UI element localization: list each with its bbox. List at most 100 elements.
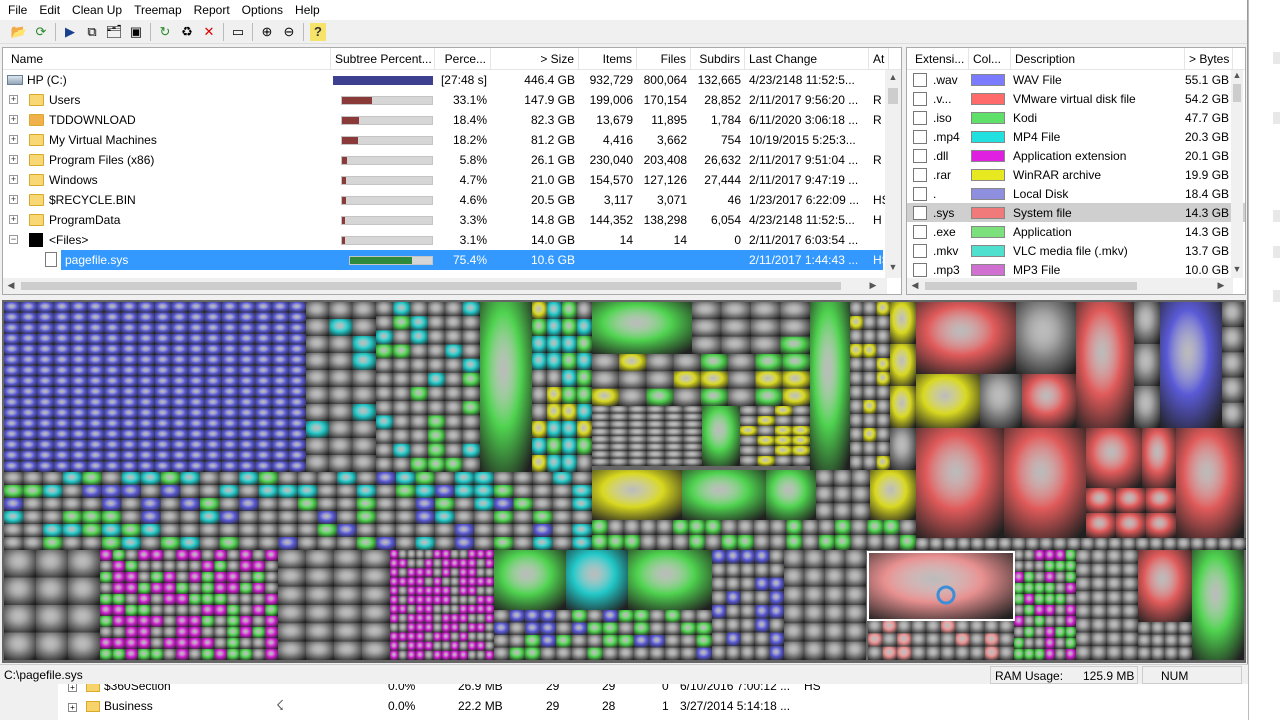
treemap-tile[interactable] xyxy=(577,387,592,404)
treemap-tile[interactable] xyxy=(37,365,55,377)
treemap-tile[interactable] xyxy=(171,376,189,387)
treemap-tile[interactable] xyxy=(851,520,868,535)
treemap-tile[interactable] xyxy=(532,421,547,438)
treemap-tile[interactable] xyxy=(337,511,357,524)
treemap-tile[interactable] xyxy=(428,401,446,416)
treemap-tile[interactable] xyxy=(525,635,541,648)
treemap-tile[interactable] xyxy=(71,365,88,377)
treemap-tile[interactable] xyxy=(239,561,253,572)
treemap-tile[interactable] xyxy=(100,594,113,605)
treemap-tile[interactable] xyxy=(150,561,164,572)
treemap-tile[interactable] xyxy=(532,438,547,455)
treemap-tile[interactable] xyxy=(62,524,83,537)
treemap-tile[interactable] xyxy=(121,302,139,313)
treemap-tile[interactable] xyxy=(1136,538,1150,550)
directory-tree[interactable]: Name Subtree Percent... Perce... > Size Item… xyxy=(2,47,902,295)
treemap-tile[interactable] xyxy=(155,429,172,441)
explorer-icon[interactable]: 🗂 xyxy=(103,21,125,43)
extension-row[interactable]: .wav WAV File 55.1 GB xyxy=(907,70,1245,89)
treemap-tile[interactable] xyxy=(462,443,480,458)
treemap-tile[interactable] xyxy=(239,605,253,616)
treemap-tile[interactable] xyxy=(624,520,641,535)
treemap-tile[interactable] xyxy=(238,450,256,462)
treemap-tile[interactable] xyxy=(476,559,486,569)
treemap-tile[interactable] xyxy=(4,605,36,633)
treemap-tile[interactable] xyxy=(1014,616,1025,627)
treemap-tile[interactable] xyxy=(1076,302,1134,428)
treemap-tile[interactable] xyxy=(1107,550,1123,564)
treemap-tile[interactable] xyxy=(141,524,161,537)
treemap-tile[interactable] xyxy=(227,638,240,649)
treemap-canvas[interactable] xyxy=(2,300,1246,663)
treemap-tile[interactable] xyxy=(54,418,72,430)
scroll-thumb[interactable] xyxy=(1233,84,1241,102)
treemap-tile[interactable] xyxy=(176,649,189,660)
treemap-tile[interactable] xyxy=(462,344,480,359)
treemap-tile[interactable] xyxy=(971,538,985,550)
treemap-tile[interactable] xyxy=(155,387,172,398)
treemap-tile[interactable] xyxy=(121,312,139,324)
treemap-tile[interactable] xyxy=(71,323,88,334)
treemap-tile[interactable] xyxy=(155,461,172,472)
treemap-tile[interactable] xyxy=(112,638,126,649)
treemap-tile[interactable] xyxy=(20,323,38,334)
treemap-tile[interactable] xyxy=(721,319,752,337)
treemap-tile[interactable] xyxy=(272,461,290,472)
treemap-tile[interactable] xyxy=(494,472,514,485)
treemap-tile[interactable] xyxy=(201,605,215,616)
treemap-tile[interactable] xyxy=(272,312,290,324)
treemap-tile[interactable] xyxy=(125,638,139,649)
treemap-tile[interactable] xyxy=(376,316,394,331)
treemap-tile[interactable] xyxy=(665,436,684,444)
treemap-tile[interactable] xyxy=(766,470,816,520)
treemap-tile[interactable] xyxy=(317,472,338,485)
treemap-tile[interactable] xyxy=(1055,572,1066,583)
treemap-tile[interactable] xyxy=(424,559,434,569)
treemap-tile[interactable] xyxy=(36,632,68,661)
treemap-tile[interactable] xyxy=(665,406,684,414)
treemap-tile[interactable] xyxy=(850,414,864,428)
treemap-tile[interactable] xyxy=(306,568,334,587)
treemap-tile[interactable] xyxy=(474,485,494,498)
treemap-tile[interactable] xyxy=(189,638,202,649)
treemap-tile[interactable] xyxy=(769,563,784,578)
treemap-tile[interactable] xyxy=(1176,428,1244,538)
treemap-tile[interactable] xyxy=(628,406,647,414)
treemap-tile[interactable] xyxy=(150,627,164,638)
scroll-up-icon[interactable]: ▲ xyxy=(885,72,901,82)
treemap-tile[interactable] xyxy=(1222,377,1244,403)
treemap-tile[interactable] xyxy=(547,387,562,404)
treemap-tile[interactable] xyxy=(407,650,416,660)
treemap-tile[interactable] xyxy=(850,442,864,456)
treemap-tile[interactable] xyxy=(68,577,100,606)
treemap-tile[interactable] xyxy=(4,387,21,398)
treemap-tile[interactable] xyxy=(352,370,376,387)
treemap-tile[interactable] xyxy=(450,650,460,660)
treemap-tile[interactable] xyxy=(138,561,151,572)
treemap-tile[interactable] xyxy=(238,461,256,472)
treemap-tile[interactable] xyxy=(592,413,611,422)
treemap-tile[interactable] xyxy=(278,524,298,537)
treemap-tile[interactable] xyxy=(1034,583,1045,594)
tree-horizontal-scrollbar[interactable]: ◀ ▶ xyxy=(3,278,887,294)
treemap-tile[interactable] xyxy=(376,511,396,524)
collapse-icon[interactable]: − xyxy=(9,235,18,244)
treemap-tile[interactable] xyxy=(329,387,353,404)
treemap-tile[interactable] xyxy=(180,472,200,485)
treemap-tile[interactable] xyxy=(680,610,697,623)
treemap-tile[interactable] xyxy=(189,561,202,572)
treemap-tile[interactable] xyxy=(415,472,436,485)
extension-column-header-0[interactable]: Extensi... xyxy=(911,48,969,70)
treemap-tile[interactable] xyxy=(37,344,55,356)
treemap-tile[interactable] xyxy=(556,622,572,636)
treemap-tile[interactable] xyxy=(647,458,666,467)
treemap-tile[interactable] xyxy=(37,333,55,345)
treemap-tile[interactable] xyxy=(647,443,666,452)
treemap-tile[interactable] xyxy=(603,647,619,661)
treemap-tile[interactable] xyxy=(289,429,306,441)
treemap-tile[interactable] xyxy=(376,472,396,485)
treemap-tile[interactable] xyxy=(1116,488,1146,513)
treemap-tile[interactable] xyxy=(1107,605,1123,619)
treemap-tile[interactable] xyxy=(533,537,553,550)
treemap-tile[interactable] xyxy=(258,524,279,537)
